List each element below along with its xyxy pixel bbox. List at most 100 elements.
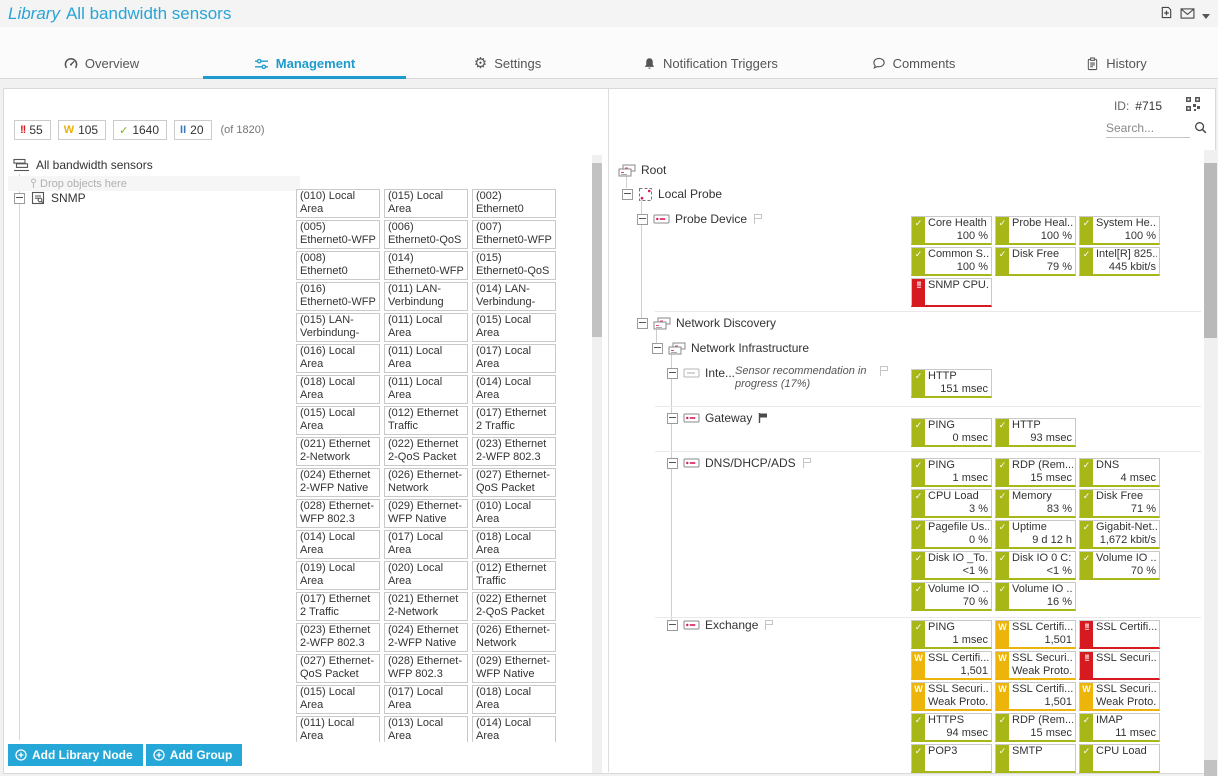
collapse-toggle[interactable] (667, 458, 678, 469)
sensor-tile[interactable]: SSL Certifi... (1079, 620, 1160, 649)
sensor-tile[interactable]: Probe Heal...100 % (995, 216, 1076, 245)
library-tile[interactable]: (016) Ethernet0-WFP 802.3 (296, 282, 380, 311)
library-tile[interactable]: (015) Local Area (472, 313, 556, 342)
library-tile[interactable]: (015) Local Area (296, 685, 380, 714)
chevron-down-icon[interactable] (1202, 14, 1210, 19)
library-tile[interactable]: (015) Local Area (296, 406, 380, 435)
sensor-tile[interactable]: SSL Certifi...1,501 (995, 620, 1076, 649)
library-tile[interactable]: (015) LAN-Verbindung- (296, 313, 380, 342)
sensor-tile[interactable]: Common S...100 % (911, 247, 992, 276)
library-tile[interactable]: (012) Ethernet Traffic (472, 561, 556, 590)
library-tile[interactable]: (020) Local Area (384, 561, 468, 590)
sensor-tile[interactable]: Disk Free71 % (1079, 489, 1160, 518)
collapse-toggle[interactable] (637, 214, 648, 225)
library-tile[interactable]: (023) Ethernet 2-WFP 802.3 (296, 623, 380, 652)
paused-count-badge[interactable]: II20 (174, 120, 211, 140)
tab-settings[interactable]: ⚙ Settings (406, 49, 609, 78)
library-tile[interactable]: (022) Ethernet 2-QoS Packet (384, 437, 468, 466)
tree-node-local-probe[interactable]: Local Probe (622, 187, 722, 201)
tree-node-dns-dhcp-ads[interactable]: DNS/DHCP/ADS (667, 456, 813, 470)
sensor-tile[interactable]: RDP (Rem...15 msec (995, 713, 1076, 742)
sensor-tile[interactable]: SSL Securi...Weak Proto... (995, 651, 1076, 680)
sensor-tile[interactable]: SMTP (995, 744, 1076, 773)
library-tile[interactable]: (011) Local Area (384, 375, 468, 404)
sensor-tile[interactable]: Memory83 % (995, 489, 1076, 518)
sensor-tile[interactable]: Gigabit-Net...1,672 kbit/s (1079, 520, 1160, 549)
library-tile[interactable]: (024) Ethernet 2-WFP Native (384, 623, 468, 652)
library-tile[interactable]: (029) Ethernet-WFP Native (472, 654, 556, 683)
flag-icon[interactable] (763, 619, 775, 631)
library-tile[interactable]: (024) Ethernet 2-WFP Native (296, 468, 380, 497)
left-scrollbar-thumb[interactable] (592, 163, 602, 337)
sensor-tile[interactable]: SNMP CPU... (911, 278, 992, 307)
tree-node-gateway[interactable]: Gateway (667, 411, 769, 425)
library-tile[interactable]: (017) Ethernet 2 Traffic (296, 592, 380, 621)
library-tile[interactable]: (011) Local Area (384, 313, 468, 342)
library-tile[interactable]: (015) Local Area (384, 189, 468, 218)
library-tile[interactable]: (026) Ethernet-Network (384, 468, 468, 497)
qr-code-icon[interactable] (1186, 97, 1200, 116)
sensor-tile[interactable]: SSL Certifi...1,501 (995, 682, 1076, 711)
library-tile[interactable]: (012) Ethernet Traffic (384, 406, 468, 435)
flag-icon[interactable] (878, 364, 890, 382)
add-library-node-button[interactable]: Add Library Node (8, 744, 143, 766)
sensor-tile[interactable]: IMAP11 msec (1079, 713, 1160, 742)
sensor-tile[interactable]: SSL Securi... (1079, 651, 1160, 680)
sensor-tile[interactable]: PING0 msec (911, 418, 992, 447)
sensor-tile[interactable]: CPU Load3 % (911, 489, 992, 518)
library-tile[interactable]: (010) Local Area (296, 189, 380, 218)
sensor-tile[interactable]: HTTPS94 msec (911, 713, 992, 742)
library-tile[interactable]: (011) Local Area (384, 344, 468, 373)
library-tile[interactable]: (017) Local Area (472, 344, 556, 373)
sensor-tile[interactable]: Core Health100 % (911, 216, 992, 245)
library-tile[interactable]: (018) Local Area (472, 685, 556, 714)
collapse-toggle[interactable] (667, 368, 678, 379)
library-tile[interactable]: (021) Ethernet 2-Network (296, 437, 380, 466)
collapse-toggle[interactable] (667, 620, 678, 631)
sensor-tile[interactable]: System He...100 % (1079, 216, 1160, 245)
right-scrollbar-end[interactable] (1204, 760, 1217, 776)
sensor-tile[interactable]: Uptime9 d 12 h (995, 520, 1076, 549)
sensor-tile[interactable]: SSL Certifi...1,501 (911, 651, 992, 680)
library-tile[interactable]: (008) Ethernet0 Traffic (296, 251, 380, 280)
library-tile[interactable]: (014) Local Area (472, 375, 556, 404)
sensor-tile[interactable]: Intel[R] 825...445 kbit/s (1079, 247, 1160, 276)
library-tile[interactable]: (014) Ethernet0-WFP Native (384, 251, 468, 280)
sensor-tile[interactable]: Pagefile Us...0 % (911, 520, 992, 549)
right-scrollbar-thumb[interactable] (1204, 163, 1217, 338)
error-count-badge[interactable]: !!55 (14, 120, 51, 140)
sensor-tile[interactable]: Volume IO ...16 % (995, 582, 1076, 611)
sensor-tile[interactable]: RDP (Rem...15 msec (995, 458, 1076, 487)
library-tile[interactable]: (014) LAN-Verbindung-QoS (472, 282, 556, 311)
tree-node-network-infrastructure[interactable]: Network Infrastructure (652, 341, 809, 355)
sensor-tile[interactable]: PING1 msec (911, 620, 992, 649)
library-tile[interactable]: (018) Local Area (472, 530, 556, 559)
sensor-tile[interactable]: CPU Load (1079, 744, 1160, 773)
library-tile[interactable]: (029) Ethernet-WFP Native (384, 499, 468, 528)
flag-icon[interactable] (752, 213, 764, 225)
tab-management[interactable]: Management (203, 49, 406, 78)
new-window-icon[interactable] (1160, 6, 1173, 24)
library-tile[interactable]: (014) Local Area (472, 716, 556, 742)
collapse-toggle[interactable] (14, 193, 25, 204)
library-tile[interactable]: (022) Ethernet 2-QoS Packet (472, 592, 556, 621)
flag-icon[interactable] (801, 457, 813, 469)
library-tile[interactable]: (013) Local Area (384, 716, 468, 742)
library-tile[interactable]: (005) Ethernet0-WFP Native (296, 220, 380, 249)
tree-node-probe-device[interactable]: Probe Device (637, 212, 764, 226)
email-icon[interactable] (1180, 6, 1195, 24)
sensor-tile[interactable]: PING1 msec (911, 458, 992, 487)
warning-count-badge[interactable]: W105 (58, 120, 106, 140)
library-tile[interactable]: (017) Ethernet 2 Traffic (472, 406, 556, 435)
library-tile[interactable]: (007) Ethernet0-WFP 802.3 (472, 220, 556, 249)
library-tile[interactable]: (017) Local Area (384, 685, 468, 714)
sensor-tile[interactable]: Disk IO _To...<1 % (911, 551, 992, 580)
tab-notification-triggers[interactable]: Notification Triggers (609, 49, 812, 78)
sensor-tile[interactable]: Volume IO ...70 % (1079, 551, 1160, 580)
library-tile[interactable]: (011) Local Area (296, 716, 380, 742)
library-tile[interactable]: (023) Ethernet 2-WFP 802.3 (472, 437, 556, 466)
library-tile[interactable]: (010) Local Area (472, 499, 556, 528)
sensor-tile[interactable]: HTTP93 msec (995, 418, 1076, 447)
sensor-tile[interactable]: Disk Free79 % (995, 247, 1076, 276)
tab-comments[interactable]: Comments (812, 49, 1015, 78)
